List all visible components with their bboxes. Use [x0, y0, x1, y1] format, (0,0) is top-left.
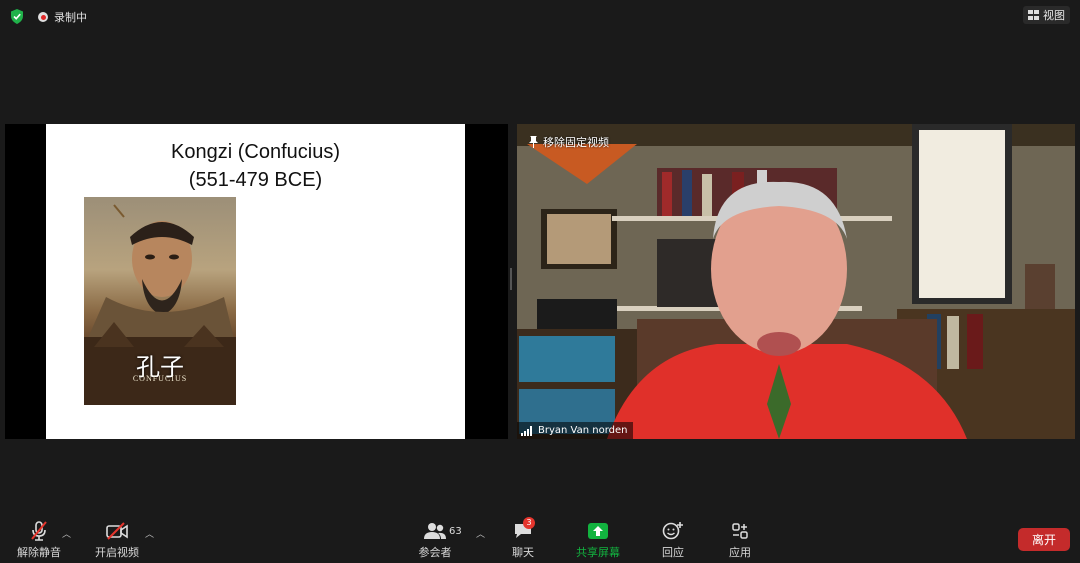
start-video-button[interactable]: 开启视频 [92, 520, 142, 560]
muted-microphone-icon [14, 520, 64, 542]
top-bar: 录制中 视图 [0, 0, 1080, 32]
chat-unread-badge: 3 [523, 517, 535, 529]
participants-count: 63 [449, 526, 462, 537]
chat-button[interactable]: 3 聊天 [504, 517, 542, 560]
participant-name-tag: Bryan Van norden [517, 422, 634, 439]
unmute-button[interactable]: 解除静音 [14, 520, 64, 560]
reactions-label: 回应 [662, 546, 684, 559]
apps-icon [722, 520, 758, 542]
share-screen-icon [572, 520, 624, 542]
shared-screen-panel[interactable]: Kongzi (Confucius) (551-479 BCE) 孔子 CONF… [5, 124, 508, 439]
unpin-label: 移除固定视频 [543, 136, 609, 149]
view-button[interactable]: 视图 [1023, 6, 1070, 24]
reactions-icon [655, 520, 691, 542]
panel-resize-handle[interactable] [510, 268, 512, 290]
video-off-icon [92, 520, 142, 542]
leave-button[interactable]: 离开 [1018, 528, 1070, 551]
encryption-shield-icon[interactable] [10, 9, 24, 24]
participant-video[interactable]: 移除固定视频 Bryan Van norden [517, 124, 1075, 439]
apps-button[interactable]: 应用 [722, 520, 758, 560]
share-screen-label: 共享屏幕 [576, 546, 620, 559]
video-frame-image [517, 124, 1075, 439]
slide-dates-line: (551-479 BCE) [188, 169, 323, 191]
start-video-label: 开启视频 [95, 546, 139, 559]
presentation-slide: Kongzi (Confucius) (551-479 BCE) 孔子 CONF… [46, 124, 465, 439]
movie-poster-image: 孔子 CONFUCIUS [84, 197, 236, 405]
participants-label: 参会者 [418, 546, 452, 559]
unmute-label: 解除静音 [17, 546, 61, 559]
chat-icon: 3 [504, 517, 542, 542]
recording-label: 录制中 [54, 11, 87, 24]
share-screen-button[interactable]: 共享屏幕 [572, 520, 624, 560]
slide-title-line: Kongzi (Confucius) [171, 141, 340, 163]
recording-indicator[interactable]: 录制中 [38, 9, 87, 25]
pin-icon [529, 136, 538, 148]
video-options-caret-icon[interactable]: ︿ [145, 527, 154, 540]
view-label: 视图 [1043, 9, 1065, 22]
reactions-button[interactable]: 回应 [655, 520, 691, 560]
unpin-video-button[interactable]: 移除固定视频 [529, 134, 609, 150]
chat-label: 聊天 [512, 546, 534, 559]
recording-icon [38, 12, 48, 22]
poster-title-en: CONFUCIUS [132, 374, 188, 383]
audio-options-caret-icon[interactable]: ︿ [62, 527, 71, 540]
grid-view-icon [1028, 10, 1039, 20]
participants-options-caret-icon[interactable]: ︿ [476, 527, 485, 540]
participant-name: Bryan Van norden [538, 425, 628, 436]
signal-strength-icon [521, 425, 532, 436]
slide-title: Kongzi (Confucius) (551-479 BCE) [46, 138, 465, 194]
apps-label: 应用 [729, 546, 751, 559]
